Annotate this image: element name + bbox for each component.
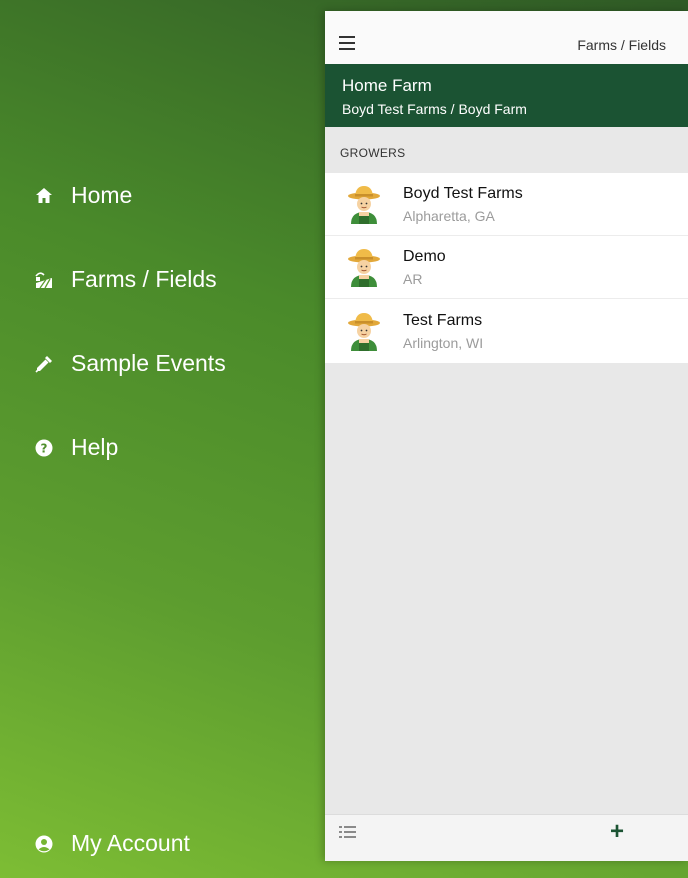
menu-item-help[interactable]: ? Help (34, 434, 118, 461)
list-item[interactable]: Demo AR (325, 236, 688, 299)
grower-name: Test Farms (403, 311, 483, 329)
bottom-toolbar: + (325, 814, 688, 861)
menu-item-label: Farms / Fields (71, 266, 217, 292)
grower-name: Demo (403, 247, 446, 265)
current-farm-title: Home Farm (342, 76, 432, 95)
list-item[interactable]: Test Farms Arlington, WI (325, 299, 688, 363)
menu-item-my-account[interactable]: My Account (34, 830, 190, 857)
top-bar: Farms / Fields (325, 11, 688, 64)
list-view-icon[interactable] (338, 824, 358, 840)
help-icon: ? (34, 438, 54, 458)
home-icon (34, 186, 54, 206)
menu-item-label: Help (71, 434, 119, 460)
current-farm-header[interactable]: Home Farm Boyd Test Farms / Boyd Farm (325, 64, 688, 127)
grower-name: Boyd Test Farms (403, 184, 523, 202)
page-title: Farms / Fields (577, 37, 666, 53)
grower-location: AR (403, 270, 423, 287)
section-header: GROWERS (340, 146, 406, 160)
farmer-avatar-icon (346, 247, 382, 287)
menu-item-label: Home (71, 182, 133, 208)
farmer-avatar-icon (346, 311, 382, 351)
grower-location: Arlington, WI (403, 334, 484, 351)
farm-fields-icon (34, 270, 54, 290)
account-icon (34, 834, 54, 854)
grower-list: Boyd Test Farms Alpharetta, GA Demo AR T… (325, 173, 688, 363)
hamburger-menu-icon[interactable] (339, 36, 355, 50)
svg-text:?: ? (41, 441, 48, 455)
menu-item-label: Sample Events (71, 350, 226, 376)
main-panel: Farms / Fields Home Farm Boyd Test Farms… (325, 11, 688, 861)
list-item[interactable]: Boyd Test Farms Alpharetta, GA (325, 173, 688, 236)
menu-item-label: My Account (71, 830, 190, 856)
grower-location: Alpharetta, GA (403, 207, 495, 224)
add-button[interactable]: + (610, 820, 624, 844)
farmer-avatar-icon (346, 184, 382, 224)
menu-item-sample-events[interactable]: Sample Events (34, 350, 226, 377)
current-farm-subtitle: Boyd Test Farms / Boyd Farm (342, 101, 527, 117)
app-screen: Home Farms / Fields Sample Events ? Help… (0, 0, 688, 878)
dropper-icon (34, 354, 54, 374)
menu-item-farms-fields[interactable]: Farms / Fields (34, 266, 217, 293)
menu-item-home[interactable]: Home (34, 182, 132, 209)
